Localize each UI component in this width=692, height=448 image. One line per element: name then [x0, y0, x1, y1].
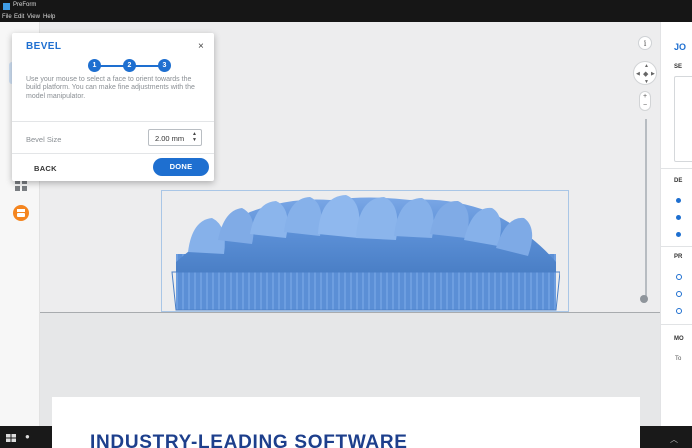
- chevron-up-icon[interactable]: ︿: [670, 434, 678, 445]
- nav-right-icon[interactable]: ▶: [651, 71, 655, 77]
- nav-left-icon[interactable]: ◀: [636, 71, 640, 77]
- model-summary-text: To: [675, 356, 682, 362]
- mic-icon[interactable]: ●: [25, 432, 30, 441]
- menu-file[interactable]: File: [2, 12, 12, 22]
- bevel-size-input[interactable]: 2.00 mm ▲ ▼: [148, 129, 202, 146]
- promo-banner: INDUSTRY-LEADING SOFTWARE: [52, 397, 640, 448]
- app-title: PreForm: [13, 2, 37, 8]
- layer-slider-track[interactable]: [645, 119, 647, 299]
- divider: [12, 121, 214, 122]
- section-se: SE: [674, 64, 683, 70]
- print-option-radio-1[interactable]: [676, 274, 682, 280]
- zoom-out-icon[interactable]: −: [640, 101, 650, 110]
- dental-model[interactable]: [170, 192, 560, 312]
- bevel-title: BEVEL: [26, 41, 62, 52]
- section-mo: MO: [674, 336, 684, 342]
- bevel-size-stepper[interactable]: ▲ ▼: [192, 131, 197, 144]
- menu-bar: File Edit View Help: [0, 12, 692, 22]
- bevel-dialog: BEVEL × 1 2 3 Use your mouse to select a…: [12, 33, 214, 181]
- zoom-in-icon[interactable]: +: [640, 92, 650, 101]
- layer-slider-handle[interactable]: [640, 295, 648, 303]
- menu-view[interactable]: View: [27, 12, 40, 22]
- bevel-size-label: Bevel Size: [26, 135, 62, 144]
- step-1: 1: [88, 59, 101, 72]
- divider: [12, 153, 214, 154]
- app-logo-icon: [3, 3, 10, 10]
- step-indicator: 1 2 3: [88, 59, 172, 72]
- windows-icon[interactable]: [6, 434, 16, 442]
- preform-app: PreForm File Edit View Help i ▲ ▼ ◀ ▶ ◆ …: [0, 0, 692, 448]
- device-item-1[interactable]: [676, 198, 681, 203]
- nav-center-icon[interactable]: ◆: [643, 70, 648, 78]
- menu-edit[interactable]: Edit: [14, 12, 24, 22]
- divider: [661, 246, 692, 247]
- nav-down-icon[interactable]: ▼: [644, 79, 649, 85]
- nav-up-icon[interactable]: ▲: [644, 63, 649, 69]
- print-option-radio-3[interactable]: [676, 308, 682, 314]
- step-2: 2: [123, 59, 136, 72]
- bevel-description: Use your mouse to select a face to orien…: [26, 76, 195, 100]
- divider: [661, 168, 692, 169]
- zoom-control[interactable]: + −: [639, 91, 651, 111]
- banner-heading: INDUSTRY-LEADING SOFTWARE: [90, 432, 408, 448]
- section-de: DE: [674, 178, 683, 184]
- back-button[interactable]: BACK: [34, 164, 57, 173]
- divider: [661, 324, 692, 325]
- printer-button[interactable]: [9, 202, 33, 224]
- bevel-size-value[interactable]: 2.00 mm: [155, 134, 184, 143]
- job-side-panel: JO SE DE PR MO To: [660, 22, 692, 426]
- step-3: 3: [158, 59, 171, 72]
- done-button[interactable]: DONE: [153, 158, 209, 176]
- stepper-down-icon[interactable]: ▼: [192, 137, 197, 144]
- menu-help[interactable]: Help: [43, 12, 55, 22]
- panel-heading: JO: [674, 42, 687, 52]
- info-button[interactable]: i: [638, 36, 652, 50]
- print-option-radio-2[interactable]: [676, 291, 682, 297]
- section-pr: PR: [674, 254, 683, 260]
- settings-box[interactable]: [674, 76, 692, 162]
- device-item-2[interactable]: [676, 215, 681, 220]
- printer-icon: [13, 205, 29, 221]
- title-bar: PreForm File Edit View Help: [0, 0, 692, 22]
- device-item-3[interactable]: [676, 232, 681, 237]
- close-icon[interactable]: ×: [198, 41, 204, 52]
- camera-nav-pad[interactable]: ▲ ▼ ◀ ▶ ◆: [633, 61, 657, 85]
